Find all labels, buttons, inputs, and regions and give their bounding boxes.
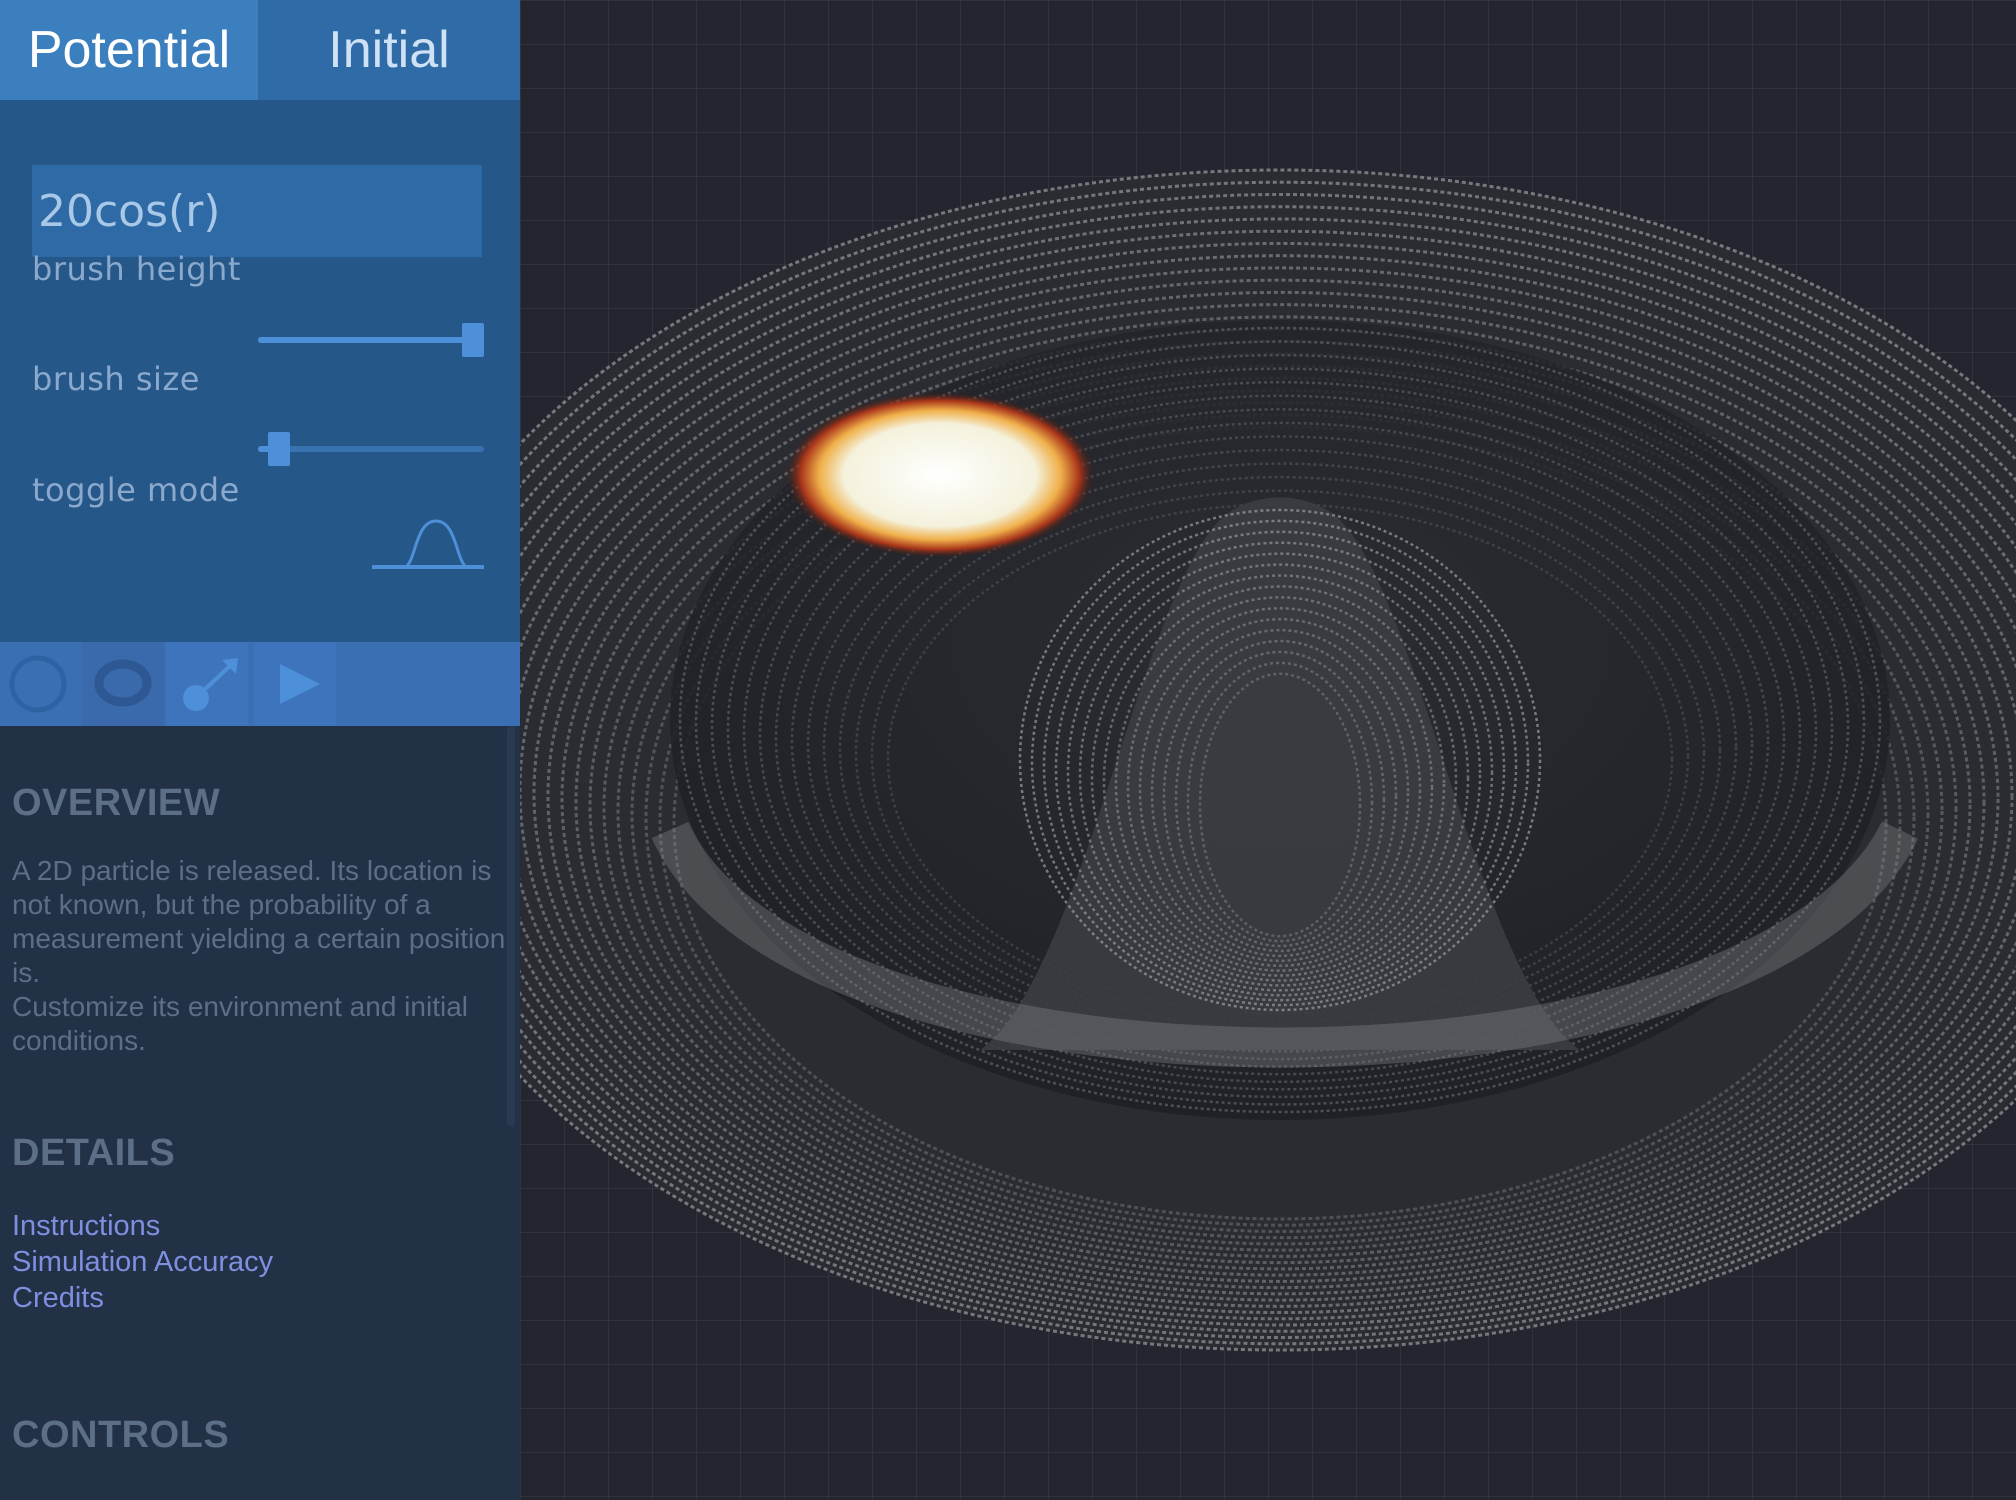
details-heading: DETAILS	[12, 1132, 176, 1174]
info-section: OVERVIEW A 2D particle is released. Its …	[0, 726, 520, 1500]
brush-size-slider[interactable]	[258, 432, 484, 466]
link-credits[interactable]: Credits	[12, 1280, 273, 1316]
brush-height-slider[interactable]	[258, 323, 484, 357]
wave-packet-blob	[785, 392, 1095, 558]
simulation-viewport[interactable]	[520, 0, 2016, 1500]
potential-controls: brush height brush size toggle mode	[0, 100, 520, 642]
controls-heading: CONTROLS	[12, 1414, 230, 1456]
brush-height-fill	[258, 337, 473, 343]
ring-icon	[94, 659, 152, 707]
link-simulation-accuracy[interactable]: Simulation Accuracy	[12, 1244, 273, 1280]
bell-curve-icon[interactable]	[370, 515, 486, 571]
play-icon	[280, 664, 320, 704]
tab-initial[interactable]: Initial	[258, 0, 520, 100]
link-instructions[interactable]: Instructions	[12, 1208, 273, 1244]
reset-button[interactable]	[0, 642, 82, 726]
play-button[interactable]	[254, 642, 336, 726]
launch-arrow-icon	[183, 658, 238, 711]
potential-surface-render	[520, 0, 2016, 1500]
potential-formula-input[interactable]	[32, 165, 482, 257]
brush-size-label: brush size	[32, 360, 200, 398]
overview-text: A 2D particle is released. Its location …	[12, 854, 507, 1058]
reset-circle-icon	[9, 655, 67, 713]
overview-paragraph-1: A 2D particle is released. Its location …	[12, 855, 506, 988]
brush-size-thumb[interactable]	[268, 432, 290, 466]
toggle-mode-label: toggle mode	[32, 471, 240, 509]
details-links: Instructions Simulation Accuracy Credits	[12, 1208, 273, 1316]
brush-height-label: brush height	[32, 250, 241, 288]
ring-button[interactable]	[82, 642, 164, 726]
overview-heading: OVERVIEW	[12, 782, 221, 824]
sidebar-scrollbar[interactable]	[507, 726, 515, 1126]
control-panel: Potential Initial brush height brush siz…	[0, 0, 520, 1500]
overview-paragraph-2: Customize its environment and initial co…	[12, 991, 468, 1056]
tab-bar: Potential Initial	[0, 0, 520, 100]
toolbar	[0, 642, 520, 726]
launch-button[interactable]	[166, 642, 248, 726]
brush-height-thumb[interactable]	[462, 323, 484, 357]
tab-potential[interactable]: Potential	[0, 0, 258, 100]
